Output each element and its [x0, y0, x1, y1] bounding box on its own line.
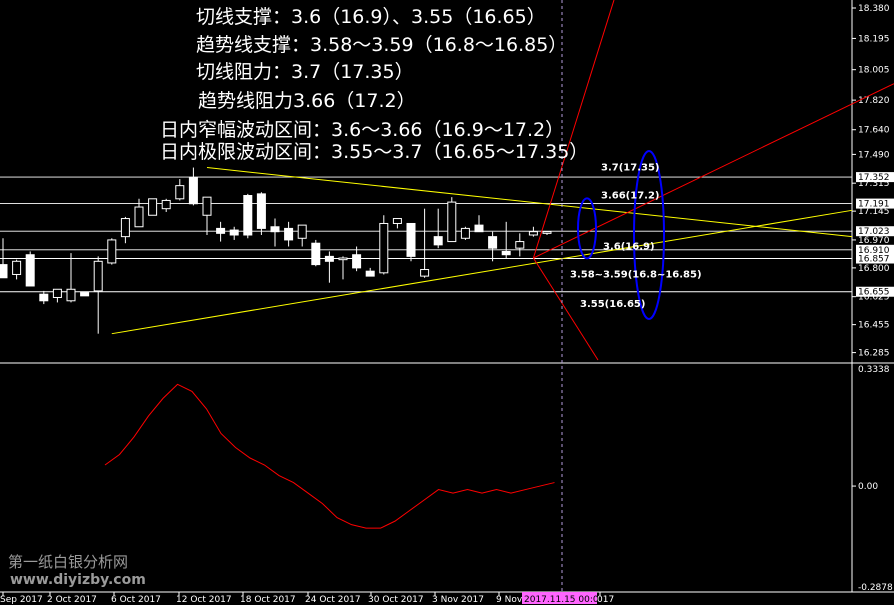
candle-body	[12, 260, 22, 275]
price-tick-label: 16.970	[858, 236, 890, 246]
candle-body	[488, 236, 498, 249]
price-tick-label: 16.285	[858, 349, 890, 359]
candle-body	[93, 260, 103, 292]
candle-body	[243, 195, 253, 236]
candle-body	[324, 255, 334, 262]
annotation-trendline-resistance: 趋势线阻力3.66（17.2）	[198, 90, 416, 112]
annotation-extreme-range: 日内极限波动区间：3.55～3.7（16.65～17.35）	[160, 141, 589, 163]
price-tick-label: 18.195	[858, 34, 890, 44]
level-label: 3.6(16.9)	[603, 242, 655, 253]
candle-body	[25, 254, 35, 287]
level-label: 3.66(17.2)	[601, 191, 660, 202]
annotation-tangent-support: 切线支撑：3.6（16.9）、3.55（16.65）	[196, 6, 546, 28]
candle-body	[107, 239, 117, 264]
level-label: 3.7(17.35)	[601, 163, 660, 174]
price-chart: 18.380 18.195 18.005 17.820 17.640 17.490 17.3…	[0, 0, 894, 605]
cursor-time-label: 2017.11.15 00:00	[524, 595, 605, 605]
candle-body	[460, 227, 470, 239]
candle-body	[256, 193, 266, 229]
candle-body	[501, 250, 511, 256]
price-tick-label: 16.800	[858, 264, 890, 274]
time-label: 6 Oct 2017	[111, 595, 161, 605]
time-label: 017	[597, 595, 614, 605]
price-tick-label: 18.005	[858, 66, 890, 76]
price-marker-label: 17.191	[858, 200, 890, 210]
indicator-tick-label: 0.3338	[858, 365, 890, 375]
time-label: 30 Oct 2017	[368, 595, 424, 605]
candle-body	[420, 269, 430, 277]
level-label: 3.58~3.59(16.8~16.85)	[570, 269, 702, 280]
candle-body	[379, 222, 389, 274]
price-tick-label: 17.640	[858, 126, 890, 136]
candle-body	[0, 264, 8, 279]
chart-background	[0, 0, 894, 605]
candle-body	[284, 227, 294, 241]
watermark-title: 第一纸白银分析网	[8, 553, 129, 571]
candle-body	[352, 254, 362, 269]
candle-body	[311, 242, 321, 266]
price-tick-label: 17.820	[858, 96, 890, 106]
level-label: 3.55(16.65)	[580, 299, 645, 310]
annotation-trendline-support: 趋势线支撑：3.58～3.59（16.8～16.85）	[196, 34, 568, 56]
candle-body	[134, 206, 144, 228]
candle-body	[365, 270, 375, 277]
candle-body	[270, 226, 280, 233]
price-marker-label: 16.857	[858, 255, 890, 265]
candle-body	[120, 218, 130, 238]
candle-body	[406, 222, 416, 257]
candle-body	[39, 293, 49, 302]
time-label: 9 Nov	[496, 595, 523, 605]
time-label: 12 Oct 2017	[176, 595, 232, 605]
price-marker-label: 17.023	[858, 227, 890, 237]
price-tick-label: 18.380	[858, 4, 890, 14]
time-label: 18 Oct 2017	[240, 595, 296, 605]
time-label: Sep 2017	[0, 595, 43, 605]
annotation-narrow-range: 日内窄幅波动区间：3.6～3.66（16.9～17.2）	[160, 119, 565, 141]
time-label: 3 Nov 2017	[432, 595, 484, 605]
indicator-tick-label: 0.00	[858, 482, 878, 492]
price-marker-label: 17.352	[858, 173, 890, 183]
candle-body	[515, 241, 525, 249]
candle-body	[474, 224, 484, 233]
candle-body	[148, 198, 158, 216]
candle-body	[229, 229, 239, 236]
candle-body	[66, 288, 76, 302]
candle-body	[52, 288, 62, 298]
candle-body	[80, 292, 90, 297]
candle-body	[338, 257, 348, 261]
candle-body	[202, 196, 212, 216]
candle-body	[542, 231, 552, 234]
price-tick-label: 16.455	[858, 321, 890, 331]
indicator-tick-label: -0.2878	[858, 583, 893, 593]
price-marker-label: 16.655	[858, 288, 890, 298]
candle-body	[161, 199, 171, 210]
candle-body	[175, 185, 185, 200]
time-label: 2 Oct 2017	[47, 595, 97, 605]
candle-body	[188, 176, 198, 205]
candle-body	[528, 231, 538, 236]
price-tick-label: 17.490	[858, 150, 890, 160]
annotation-tangent-resistance: 切线阻力：3.7（17.35）	[196, 61, 414, 83]
watermark-url: www.diyizby.com	[10, 572, 146, 588]
time-label: 24 Oct 2017	[305, 595, 361, 605]
candle-body	[392, 218, 402, 224]
candle-body	[216, 227, 226, 234]
candle-body	[433, 236, 443, 246]
candle-body	[447, 201, 457, 243]
candle-body	[297, 224, 307, 239]
